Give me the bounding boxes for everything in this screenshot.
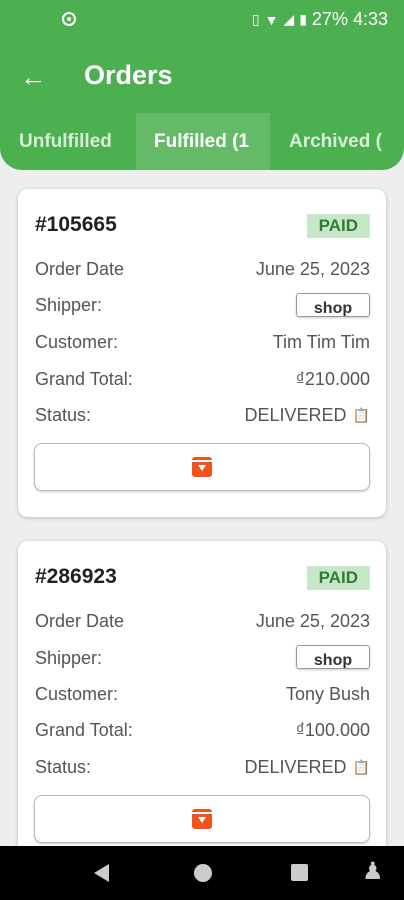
notification-icon — [62, 12, 76, 26]
shipper-button[interactable]: shop — [296, 645, 370, 669]
order-card[interactable]: #105665 PAID Order Date June 25, 2023 Sh… — [18, 189, 386, 517]
grand-total-label: Grand Total: — [35, 369, 133, 389]
order-action-button[interactable] — [34, 795, 370, 843]
shipper-button[interactable]: shop — [296, 293, 370, 317]
nav-home-icon[interactable] — [194, 864, 212, 882]
payment-badge: PAID — [306, 214, 370, 238]
order-card[interactable]: #286923 PAID Order Date June 25, 2023 Sh… — [18, 541, 386, 861]
page-title: Orders — [84, 60, 173, 90]
order-action-button[interactable] — [34, 443, 370, 491]
status-value: DELIVERED — [244, 757, 347, 777]
accessibility-icon[interactable]: ♟ — [362, 859, 384, 885]
customer-value: Tim Tim Tim — [272, 332, 370, 352]
vibrate-icon: ▯ — [251, 11, 260, 27]
tab-label: Fulfilled (1 — [154, 131, 249, 152]
battery-percent: 27% — [311, 9, 348, 29]
wifi-icon: ▼ — [264, 11, 279, 28]
customer-label: Customer: — [35, 332, 119, 352]
order-date-label: Order Date — [35, 611, 125, 631]
status-label: Status: — [35, 405, 92, 425]
order-date-value: June 25, 2023 — [255, 259, 370, 279]
tab-label: Archived ( — [289, 131, 382, 152]
customer-value: Tony Bush — [285, 684, 370, 704]
payment-badge: PAID — [306, 566, 370, 590]
clock: 4:33 — [352, 9, 388, 29]
status-label: Status: — [35, 757, 92, 777]
shipper-value: shop — [313, 652, 353, 669]
battery-icon: ▮ — [299, 11, 307, 27]
shipper-value: shop — [313, 300, 353, 317]
shipper-label: Shipper: — [35, 295, 103, 315]
archive-icon — [192, 457, 212, 477]
signal-icon: ◢ — [283, 11, 295, 27]
arrow-left-icon[interactable]: ← — [20, 62, 46, 92]
clipboard-icon[interactable]: 📋 — [353, 759, 370, 776]
grand-total-label: Grand Total: — [35, 720, 133, 740]
status-value: DELIVERED — [244, 405, 347, 425]
archive-icon — [192, 809, 212, 829]
order-id: #286923 — [35, 565, 117, 588]
status-bar: ▯ ▼ ◢ ▮ 27% 4:33 — [0, 0, 404, 40]
system-nav-bar: ♟ — [0, 846, 404, 900]
shipper-label: Shipper: — [35, 648, 103, 668]
nav-recents-icon[interactable] — [291, 864, 308, 881]
order-id: #105665 — [35, 213, 117, 236]
app-bar: ← Orders Unfulfilled Fulfilled (1 Archiv… — [0, 40, 404, 170]
order-date-label: Order Date — [35, 259, 125, 279]
customer-label: Customer: — [35, 684, 119, 704]
tab-label: Unfulfilled — [19, 131, 112, 152]
tab-archived[interactable]: Archived ( — [270, 113, 404, 170]
nav-back-icon[interactable] — [94, 864, 109, 882]
clipboard-icon[interactable]: 📋 — [353, 407, 370, 424]
tab-fulfilled[interactable]: Fulfilled (1 — [136, 113, 270, 170]
grand-total-value: ₫100.000 — [295, 720, 370, 740]
tab-unfulfilled[interactable]: Unfulfilled — [0, 113, 126, 170]
order-date-value: June 25, 2023 — [255, 611, 370, 631]
grand-total-value: ₫210.000 — [295, 369, 370, 389]
